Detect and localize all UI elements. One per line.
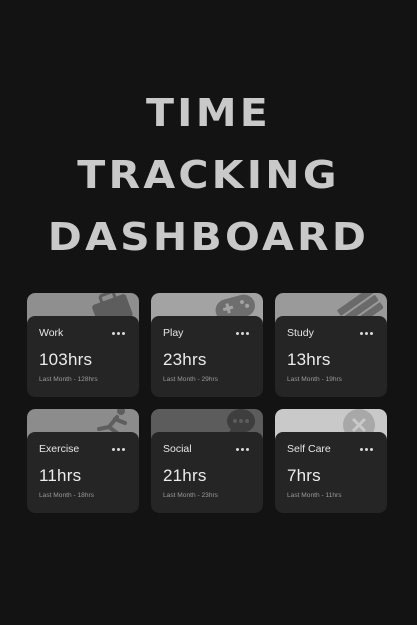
card-work[interactable]: Work 103hrs Last Month - 128hrs xyxy=(27,293,139,397)
card-self-care[interactable]: Self Care 7hrs Last Month - 11hrs xyxy=(275,409,387,513)
card-panel: Play 23hrs Last Month - 29hrs xyxy=(151,316,263,397)
options-menu-icon[interactable] xyxy=(234,330,251,337)
card-panel: Social 21hrs Last Month - 23hrs xyxy=(151,432,263,513)
card-category: Self Care xyxy=(287,443,331,455)
options-menu-icon[interactable] xyxy=(358,446,375,453)
previous-hours: Last Month - 19hrs xyxy=(287,376,342,383)
current-hours: 103hrs xyxy=(39,350,93,369)
options-menu-icon[interactable] xyxy=(110,330,127,337)
current-hours: 21hrs xyxy=(163,466,207,485)
card-category: Exercise xyxy=(39,443,80,455)
title-line-2: TRACKING xyxy=(77,153,340,197)
options-menu-icon[interactable] xyxy=(110,446,127,453)
card-social[interactable]: Social 21hrs Last Month - 23hrs xyxy=(151,409,263,513)
options-menu-icon[interactable] xyxy=(358,330,375,337)
activity-grid: Work 103hrs Last Month - 128hrs Play 23h… xyxy=(27,293,387,513)
current-hours: 11hrs xyxy=(39,466,82,485)
title-line-1: TIME xyxy=(145,91,272,135)
options-menu-icon[interactable] xyxy=(234,446,251,453)
previous-hours: Last Month - 18hrs xyxy=(39,492,94,499)
card-play[interactable]: Play 23hrs Last Month - 29hrs xyxy=(151,293,263,397)
card-study[interactable]: Study 13hrs Last Month - 19hrs xyxy=(275,293,387,397)
card-panel: Work 103hrs Last Month - 128hrs xyxy=(27,316,139,397)
current-hours: 13hrs xyxy=(287,350,331,369)
page-title: TIME TRACKING DASHBOARD xyxy=(0,82,417,268)
card-category: Study xyxy=(287,327,314,339)
previous-hours: Last Month - 23hrs xyxy=(163,492,218,499)
previous-hours: Last Month - 29hrs xyxy=(163,376,218,383)
current-hours: 23hrs xyxy=(163,350,207,369)
card-category: Work xyxy=(39,327,64,339)
card-exercise[interactable]: Exercise 11hrs Last Month - 18hrs xyxy=(27,409,139,513)
current-hours: 7hrs xyxy=(287,466,321,485)
previous-hours: Last Month - 11hrs xyxy=(287,492,342,499)
card-panel: Self Care 7hrs Last Month - 11hrs xyxy=(275,432,387,513)
card-category: Play xyxy=(163,327,184,339)
title-line-3: DASHBOARD xyxy=(47,215,370,259)
previous-hours: Last Month - 128hrs xyxy=(39,376,98,383)
card-panel: Study 13hrs Last Month - 19hrs xyxy=(275,316,387,397)
card-category: Social xyxy=(163,443,192,455)
card-panel: Exercise 11hrs Last Month - 18hrs xyxy=(27,432,139,513)
